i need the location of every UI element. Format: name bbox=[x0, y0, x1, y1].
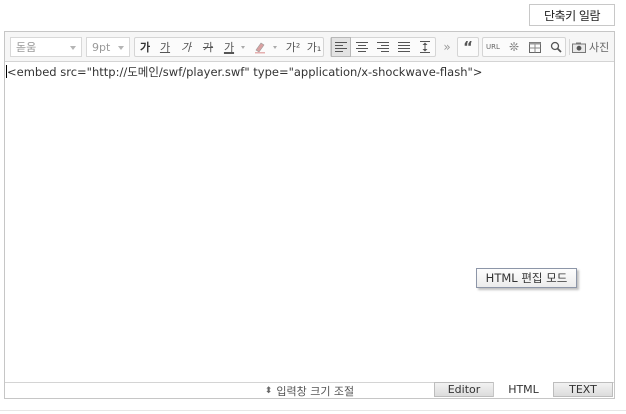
toolbar-divider bbox=[569, 39, 570, 55]
chevron-down-icon bbox=[118, 46, 124, 50]
html-source-text: <embed src="http://도메인/swf/player.swf" t… bbox=[7, 65, 483, 79]
font-family-value: 돋움 bbox=[16, 41, 37, 54]
highlight-color-button[interactable] bbox=[250, 37, 270, 57]
resize-label: 입력창 크기 조절 bbox=[276, 384, 355, 398]
font-family-select[interactable]: 돋움 bbox=[10, 37, 82, 57]
search-icon bbox=[550, 41, 562, 53]
chevron-down-icon[interactable] bbox=[241, 46, 245, 49]
highlighter-icon bbox=[255, 42, 265, 54]
font-size-select[interactable]: 9pt bbox=[86, 37, 130, 57]
chevron-down-icon bbox=[70, 46, 76, 50]
subscript-button[interactable]: 가₁ bbox=[304, 37, 324, 57]
superscript-button[interactable]: 가² bbox=[283, 37, 303, 57]
align-left-icon bbox=[335, 42, 347, 52]
underline-button[interactable]: 가 bbox=[155, 37, 175, 57]
resize-arrows-icon: ⬍ bbox=[264, 385, 273, 396]
align-left-button[interactable] bbox=[331, 37, 351, 57]
align-justify-icon bbox=[398, 42, 410, 52]
bottom-divider bbox=[0, 410, 626, 411]
link-button[interactable]: URL bbox=[483, 37, 503, 57]
bold-button[interactable]: 가 bbox=[135, 37, 155, 57]
asterisk-icon: ❊ bbox=[508, 40, 520, 54]
more-tools-button[interactable]: » bbox=[437, 37, 457, 57]
align-right-button[interactable] bbox=[373, 37, 393, 57]
line-height-button[interactable] bbox=[415, 37, 435, 57]
photo-label: 사진 bbox=[589, 41, 610, 54]
chevron-down-icon[interactable] bbox=[273, 46, 277, 49]
align-center-button[interactable] bbox=[352, 37, 372, 57]
editor-toolbar: 돋움 9pt 가 가 가 가 가 가² 가₁ » “ URL ❊ 사진 bbox=[5, 32, 614, 62]
font-size-value: 9pt bbox=[92, 40, 111, 54]
tab-editor[interactable]: Editor bbox=[434, 382, 494, 397]
html-source-editor[interactable]: <embed src="http://도메인/swf/player.swf" t… bbox=[5, 63, 614, 382]
special-char-button[interactable]: ❊ bbox=[504, 37, 524, 57]
table-icon bbox=[529, 41, 541, 53]
quote-button[interactable]: “ bbox=[458, 37, 478, 57]
photo-button[interactable]: 사진 bbox=[571, 37, 613, 57]
align-justify-button[interactable] bbox=[394, 37, 414, 57]
italic-button[interactable]: 가 bbox=[176, 37, 196, 57]
strikethrough-button[interactable]: 가 bbox=[198, 37, 218, 57]
align-right-icon bbox=[377, 42, 389, 52]
mode-tooltip: HTML 편집 모드 bbox=[476, 268, 577, 288]
tab-html[interactable]: HTML bbox=[493, 382, 554, 397]
line-height-icon bbox=[420, 41, 430, 53]
align-center-icon bbox=[356, 42, 368, 52]
table-button[interactable] bbox=[525, 37, 545, 57]
shortcut-list-button[interactable]: 단축키 일람 bbox=[529, 4, 615, 26]
find-button[interactable] bbox=[546, 37, 566, 57]
editor-frame: 돋움 9pt 가 가 가 가 가 가² 가₁ » “ URL ❊ 사진 <emb… bbox=[4, 31, 615, 399]
tab-text[interactable]: TEXT bbox=[553, 382, 613, 397]
text-color-button[interactable]: 가 bbox=[219, 37, 239, 57]
camera-icon bbox=[572, 42, 586, 53]
